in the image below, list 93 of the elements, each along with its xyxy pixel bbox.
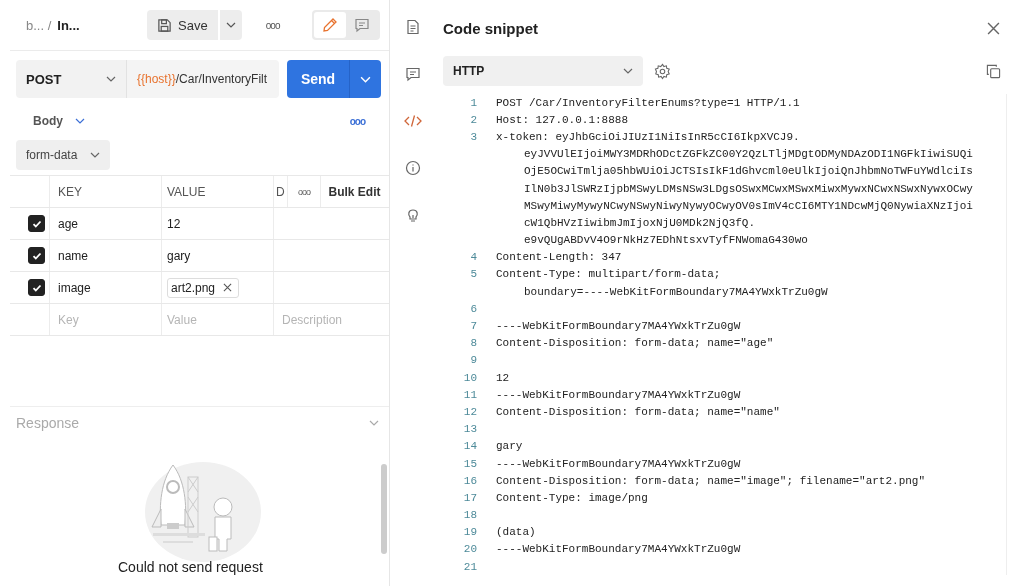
line-number: 12 <box>462 405 477 418</box>
code-line: ----WebKitFormBoundary7MA4YWxkTrZu0gW <box>496 543 741 556</box>
code-line: IlN0b3JlSWRzIjpbMSwyLDMsNSw3LDgsOSwxMCwxMSwxMiwxMywxNCwxNSwxNywxOCwy <box>524 182 973 195</box>
code-line: OjE5OCwiTmlja05hbWUiOiJCTSIsIkF1dGhvcml0eUlkIjoiQnJhbmNoTWFuYWdlciIs <box>524 165 973 178</box>
line-number: 15 <box>462 457 477 470</box>
value-cell[interactable]: gary <box>167 248 191 263</box>
code-line: e9vQUgABDvV4O9rNkHz7EDhNtsxvTyfFNWomaG430wo <box>524 234 808 247</box>
settings-icon <box>653 62 671 80</box>
info-icon <box>404 160 421 176</box>
code-line: ----WebKitFormBoundary7MA4YWxkTrZu0gW <box>496 457 741 470</box>
chevron-down-icon <box>106 76 116 82</box>
key-cell[interactable]: age <box>58 216 79 231</box>
chevron-down-icon[interactable] <box>75 118 85 124</box>
key-input[interactable]: Key <box>58 312 148 327</box>
language-select[interactable]: HTTP <box>443 56 643 86</box>
comment-icon <box>404 66 421 82</box>
code-line: Content-Disposition: form-data; name="image"; filename="art2.png" <box>496 474 926 487</box>
column-header: KEY <box>58 184 82 199</box>
line-number: 17 <box>462 491 477 504</box>
column-header: D <box>276 184 285 199</box>
chevron-down-icon <box>90 152 100 158</box>
code-line: cW1QbHVzIiwibmJmIjoxNjU0MDk2NjQ3fQ. <box>524 216 756 229</box>
column-header: VALUE <box>167 184 206 199</box>
url-field[interactable]: {{host}}/Car/InventoryFilt <box>126 60 279 98</box>
line-number: 5 <box>469 268 477 281</box>
code-line: Content-Type: image/png <box>496 491 648 504</box>
line-number: 3 <box>469 130 477 143</box>
more-button[interactable]: ooo <box>298 186 310 197</box>
code-line: Content-Disposition: form-data; name="age" <box>496 337 774 350</box>
scrollbar[interactable] <box>381 464 387 554</box>
code-line: Content-Disposition: form-data; name="name" <box>496 405 780 418</box>
checkbox[interactable] <box>28 247 45 264</box>
code-line: eyJVVUlEIjoiMWY3MDRhODctZGFkZC00Y2QzLTljMDgtODMyNDAzODI1NGFkIiwiSUQi <box>524 148 973 161</box>
body-type-select[interactable]: form-data <box>16 140 110 170</box>
line-number: 20 <box>462 543 477 556</box>
line-number: 19 <box>462 526 477 539</box>
code-line: POST /Car/InventoryFilterEnums?type=1 HTTP/1.1 <box>496 96 800 109</box>
close-icon[interactable] <box>223 283 233 292</box>
description-input[interactable]: Description <box>282 312 372 327</box>
line-number: 21 <box>462 560 477 573</box>
save-button[interactable]: Save <box>147 10 218 40</box>
line-number: 1 <box>469 96 477 109</box>
line-number: 9 <box>469 354 477 367</box>
edit-mode-button[interactable] <box>313 12 346 38</box>
caret-icon <box>225 22 236 28</box>
response-message: Could not send request <box>118 559 263 575</box>
value-cell[interactable]: 12 <box>167 216 181 231</box>
copy-icon <box>985 63 1001 79</box>
code-line: x-token: eyJhbGciOiJIUzI1NiIsInR5cCI6IkpXVCJ9. <box>496 130 800 143</box>
code-line: Host: 127.0.0.1:8888 <box>496 113 629 126</box>
save-icon <box>157 17 172 33</box>
key-cell[interactable]: name <box>58 248 89 263</box>
checkbox[interactable] <box>28 215 45 232</box>
caret-icon <box>360 75 371 83</box>
line-number: 7 <box>469 320 477 333</box>
code-icon <box>403 114 422 128</box>
value-input[interactable]: Value <box>167 312 257 327</box>
method-select[interactable]: POST <box>16 60 126 98</box>
line-number: 2 <box>469 113 477 126</box>
breadcrumb-current[interactable]: In... <box>57 17 80 33</box>
key-cell[interactable]: image <box>58 280 91 295</box>
line-number: 4 <box>469 251 477 264</box>
chevron-down-icon <box>623 68 633 74</box>
line-number: 6 <box>469 302 477 315</box>
line-number: 8 <box>469 337 477 350</box>
line-number: 16 <box>462 474 477 487</box>
code-line: 12 <box>496 371 510 384</box>
code-line: MSwyMiwyMywyNCwyNSwyNiwyNywyOCwyOV0sImV4cCI6MTY1NDcwMjQ0NywiaXNzIjoi <box>524 199 973 212</box>
more-button[interactable]: ooo <box>349 115 365 127</box>
line-number: 18 <box>462 509 477 522</box>
comment-icon <box>353 17 370 33</box>
file-chip[interactable]: art2.png <box>167 277 240 298</box>
more-button[interactable]: ooo <box>257 19 288 31</box>
checkbox[interactable] <box>28 279 45 296</box>
code-line: Content-Type: multipart/form-data; <box>496 268 721 281</box>
breadcrumb-link[interactable]: b... / <box>26 17 52 33</box>
panel-title: Code snippet <box>443 19 538 37</box>
line-number: 10 <box>462 371 477 384</box>
pencil-icon <box>321 17 338 33</box>
body-tab[interactable]: Body <box>33 114 63 128</box>
line-number: 13 <box>462 423 477 436</box>
close-icon <box>986 21 1000 35</box>
code-line: Content-Length: 347 <box>496 251 622 264</box>
code-line: boundary=----WebKitFormBoundary7MA4YWxkTrZu0gW <box>524 285 828 298</box>
code-line: (data) <box>496 526 536 539</box>
document-icon <box>404 19 421 35</box>
code-line: ----WebKitFormBoundary7MA4YWxkTrZu0gW <box>496 320 741 333</box>
code-line: gary <box>496 440 523 453</box>
response-title: Response <box>16 415 80 431</box>
code-line: ----WebKitFormBoundary7MA4YWxkTrZu0gW <box>496 388 741 401</box>
bulk-edit-button[interactable]: Bulk Edit <box>328 184 381 199</box>
line-number: 11 <box>462 388 477 401</box>
line-number: 14 <box>462 440 477 453</box>
